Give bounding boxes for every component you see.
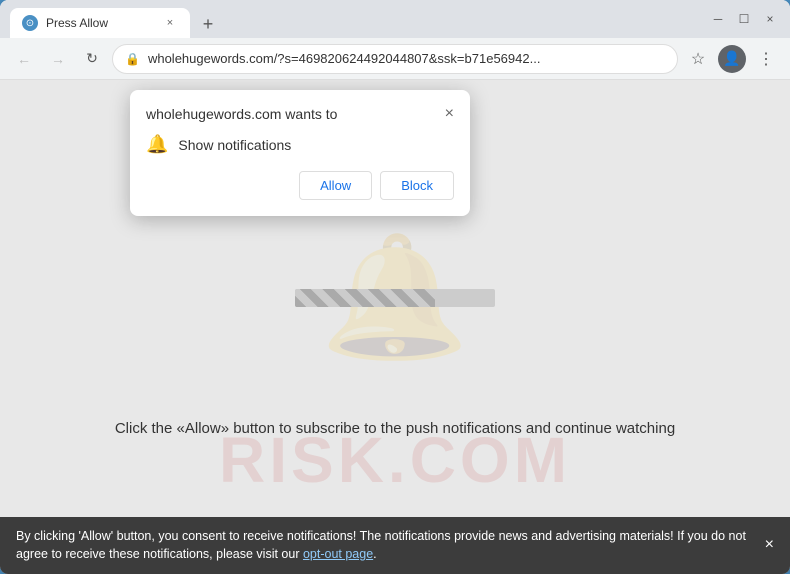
block-button[interactable]: Block [380,171,454,200]
opt-out-link[interactable]: opt-out page [303,547,373,561]
address-bar[interactable]: 🔒 wholehugewords.com/?s=4698206244920448… [112,44,678,74]
popup-close-button[interactable]: × [445,106,454,122]
reload-button[interactable]: ↻ [78,45,106,73]
forward-button[interactable]: → [44,45,72,73]
menu-button[interactable]: ⋮ [752,45,780,73]
profile-button[interactable]: 👤 [718,45,746,73]
bookmark-button[interactable]: ☆ [684,45,712,73]
show-notifications-text: Show notifications [178,137,291,153]
tab-area: ⊙ Press Allow × + [10,0,700,38]
toolbar: ← → ↻ 🔒 wholehugewords.com/?s=4698206244… [0,38,790,80]
url-text: wholehugewords.com/?s=469820624492044807… [148,51,665,66]
info-bar-message: By clicking 'Allow' button, you consent … [16,529,746,562]
popup-buttons: Allow Block [146,171,454,200]
info-bar-text: By clicking 'Allow' button, you consent … [16,527,755,565]
tab-favicon: ⊙ [22,15,38,31]
title-bar: ⊙ Press Allow × + ─ ☐ × [0,0,790,38]
new-tab-button[interactable]: + [194,10,222,38]
minimize-button[interactable]: ─ [708,9,728,29]
popup-title-text: wholehugewords.com wants to [146,106,337,122]
notification-popup: wholehugewords.com wants to × 🔔 Show not… [130,90,470,216]
lock-icon: 🔒 [125,52,140,66]
window-controls: ─ ☐ × [708,9,780,29]
info-bar: By clicking 'Allow' button, you consent … [0,517,790,574]
progress-area [295,289,495,307]
browser-tab[interactable]: ⊙ Press Allow × [10,8,190,38]
risk-watermark: RISK.COM [0,423,790,497]
page-content: 🔔 Click the «Allow» button to subscribe … [0,80,790,517]
popup-header: wholehugewords.com wants to × [146,106,454,122]
bell-icon: 🔔 [146,134,168,155]
maximize-button[interactable]: ☐ [734,9,754,29]
info-bar-close-button[interactable]: × [765,533,774,557]
popup-notification-row: 🔔 Show notifications [146,134,454,155]
back-button[interactable]: ← [10,45,38,73]
close-window-button[interactable]: × [760,9,780,29]
progress-bar-fill [295,289,435,307]
browser-window: ⊙ Press Allow × + ─ ☐ × ← → ↻ 🔒 wholehug… [0,0,790,574]
tab-close-button[interactable]: × [162,15,178,31]
progress-bar [295,289,495,307]
tab-title: Press Allow [46,16,154,30]
allow-button[interactable]: Allow [299,171,372,200]
